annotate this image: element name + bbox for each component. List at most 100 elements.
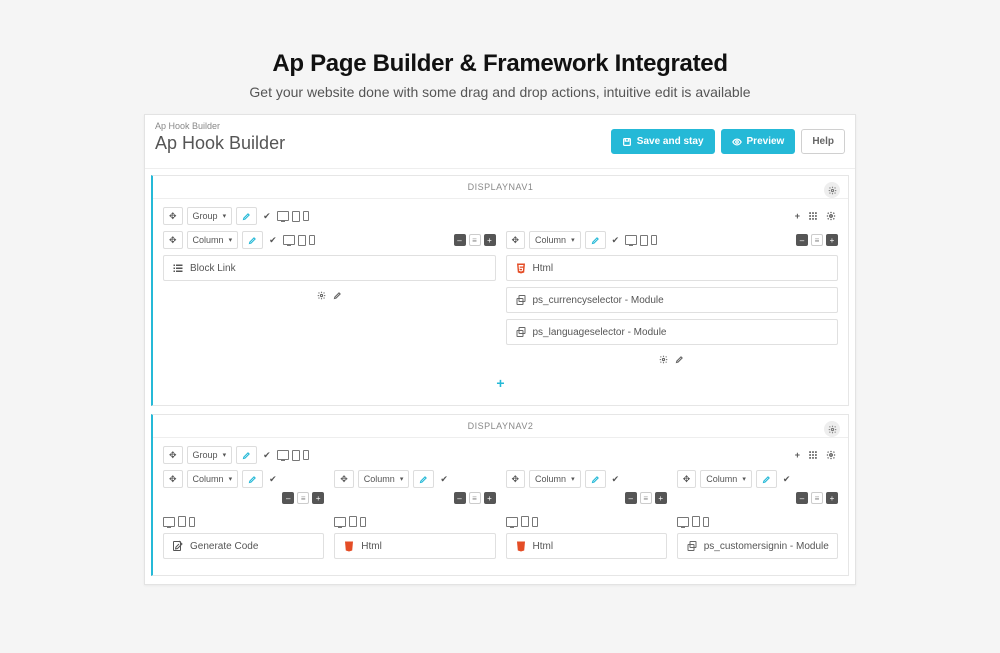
col-add-button[interactable]: + [312, 492, 324, 504]
widget-module[interactable]: ps_currencyselector - Module [506, 287, 839, 313]
check-button[interactable]: ✔ [781, 470, 793, 488]
widget-label: Block Link [190, 263, 236, 274]
group-toolbar: ✥ Group ▾ ✔ + [163, 446, 838, 464]
col-add-button[interactable]: + [484, 234, 496, 246]
col-collapse-button[interactable]: – [796, 234, 808, 246]
edit-button[interactable] [236, 207, 257, 225]
device-toggles[interactable] [334, 516, 366, 527]
check-button[interactable]: ✔ [438, 470, 450, 488]
column-dropdown[interactable]: Column ▾ [187, 470, 239, 488]
drag-handle[interactable]: ✥ [506, 231, 526, 249]
chevron-down-icon: ▾ [229, 475, 233, 483]
col-list-button[interactable]: ≡ [811, 492, 823, 504]
device-toggles[interactable] [163, 516, 195, 527]
check-button[interactable]: ✔ [261, 446, 273, 464]
col-collapse-button[interactable]: – [625, 492, 637, 504]
col-add-button[interactable]: + [826, 234, 838, 246]
group-gear-button[interactable] [824, 446, 838, 464]
check-button[interactable]: ✔ [610, 231, 622, 249]
check-button[interactable]: ✔ [610, 470, 622, 488]
drag-handle[interactable]: ✥ [163, 470, 183, 488]
preview-button[interactable]: Preview [721, 129, 796, 154]
drag-handle[interactable]: ✥ [163, 207, 183, 225]
tablet-icon [640, 235, 648, 246]
column-dropdown[interactable]: Column▾ [529, 470, 581, 488]
desktop-icon [283, 235, 295, 245]
check-button[interactable]: ✔ [267, 470, 279, 488]
add-widget-center[interactable] [163, 287, 496, 307]
check-button[interactable]: ✔ [261, 207, 273, 225]
widget-module[interactable]: ps_languageselector - Module [506, 319, 839, 345]
module-icon [515, 294, 527, 306]
col-add-button[interactable]: + [826, 492, 838, 504]
group-add-button[interactable]: + [793, 207, 802, 225]
drag-handle[interactable]: ✥ [506, 470, 526, 488]
drag-handle[interactable]: ✥ [163, 231, 183, 249]
drag-handle[interactable]: ✥ [677, 470, 697, 488]
col-list-button[interactable]: ≡ [640, 492, 652, 504]
edit-button[interactable] [242, 470, 263, 488]
col-list-button[interactable]: ≡ [811, 234, 823, 246]
group-add-button[interactable]: + [793, 446, 802, 464]
group-dropdown[interactable]: Group ▾ [187, 207, 233, 225]
tablet-icon [521, 516, 529, 527]
widget-label: ps_currencyselector - Module [533, 295, 664, 306]
check-button[interactable]: ✔ [267, 231, 279, 249]
group-dropdown[interactable]: Group ▾ [187, 446, 233, 464]
add-row-button[interactable]: + [163, 371, 838, 395]
column-dropdown[interactable]: Column▾ [358, 470, 410, 488]
col-collapse-button[interactable]: – [454, 492, 466, 504]
section-gear-button[interactable] [824, 421, 840, 437]
mobile-icon [303, 211, 309, 221]
drag-handle[interactable]: ✥ [334, 470, 354, 488]
drag-handle[interactable]: ✥ [163, 446, 183, 464]
edit-button[interactable] [413, 470, 434, 488]
col-list-button[interactable]: ≡ [297, 492, 309, 504]
widget-module[interactable]: ps_customersignin - Module [677, 533, 838, 559]
chevron-down-icon: ▾ [571, 236, 575, 244]
widget-html[interactable]: Html [506, 255, 839, 281]
device-toggles[interactable] [506, 516, 538, 527]
col-list-button[interactable]: ≡ [469, 234, 481, 246]
col-collapse-button[interactable]: – [454, 234, 466, 246]
device-toggles[interactable] [283, 235, 315, 246]
group-toolbar: ✥ Group ▾ ✔ [163, 207, 838, 225]
add-widget-center[interactable] [506, 351, 839, 371]
edit-button[interactable] [585, 470, 606, 488]
group-gear-button[interactable] [824, 207, 838, 225]
help-button[interactable]: Help [801, 129, 845, 154]
group-grid-button[interactable] [806, 446, 820, 464]
column-label: Column [193, 235, 224, 245]
widget-block-link[interactable]: Block Link [163, 255, 496, 281]
gear-icon [828, 186, 837, 195]
device-toggles[interactable] [277, 450, 309, 461]
column-toolbar: ✥ Column▾ ✔ – ≡ + [677, 470, 838, 527]
col-add-button[interactable]: + [655, 492, 667, 504]
tablet-icon [298, 235, 306, 246]
device-toggles[interactable] [625, 235, 657, 246]
col-collapse-button[interactable]: – [796, 492, 808, 504]
page-title: Ap Hook Builder [155, 133, 611, 154]
group-grid-button[interactable] [806, 207, 820, 225]
widget-html[interactable]: Html [506, 533, 667, 559]
edit-button[interactable] [756, 470, 777, 488]
col-add-button[interactable]: + [484, 492, 496, 504]
col-collapse-button[interactable]: – [282, 492, 294, 504]
device-toggles[interactable] [677, 516, 709, 527]
section-gear-button[interactable] [824, 182, 840, 198]
column: ✥ Column ▾ ✔ – ≡ + [163, 470, 324, 565]
col-list-button[interactable]: ≡ [469, 492, 481, 504]
move-icon: ✥ [512, 235, 520, 246]
edit-button[interactable] [236, 446, 257, 464]
device-toggles[interactable] [277, 211, 309, 222]
widget-generate-code[interactable]: Generate Code [163, 533, 324, 559]
save-and-stay-button[interactable]: Save and stay [611, 129, 715, 154]
edit-button[interactable] [585, 231, 606, 249]
widget-html[interactable]: Html [334, 533, 495, 559]
column-dropdown[interactable]: Column ▾ [187, 231, 239, 249]
column-dropdown[interactable]: Column ▾ [529, 231, 581, 249]
column-dropdown[interactable]: Column▾ [700, 470, 752, 488]
edit-button[interactable] [242, 231, 263, 249]
group-label: Group [193, 211, 218, 221]
column-label: Column [193, 474, 224, 484]
